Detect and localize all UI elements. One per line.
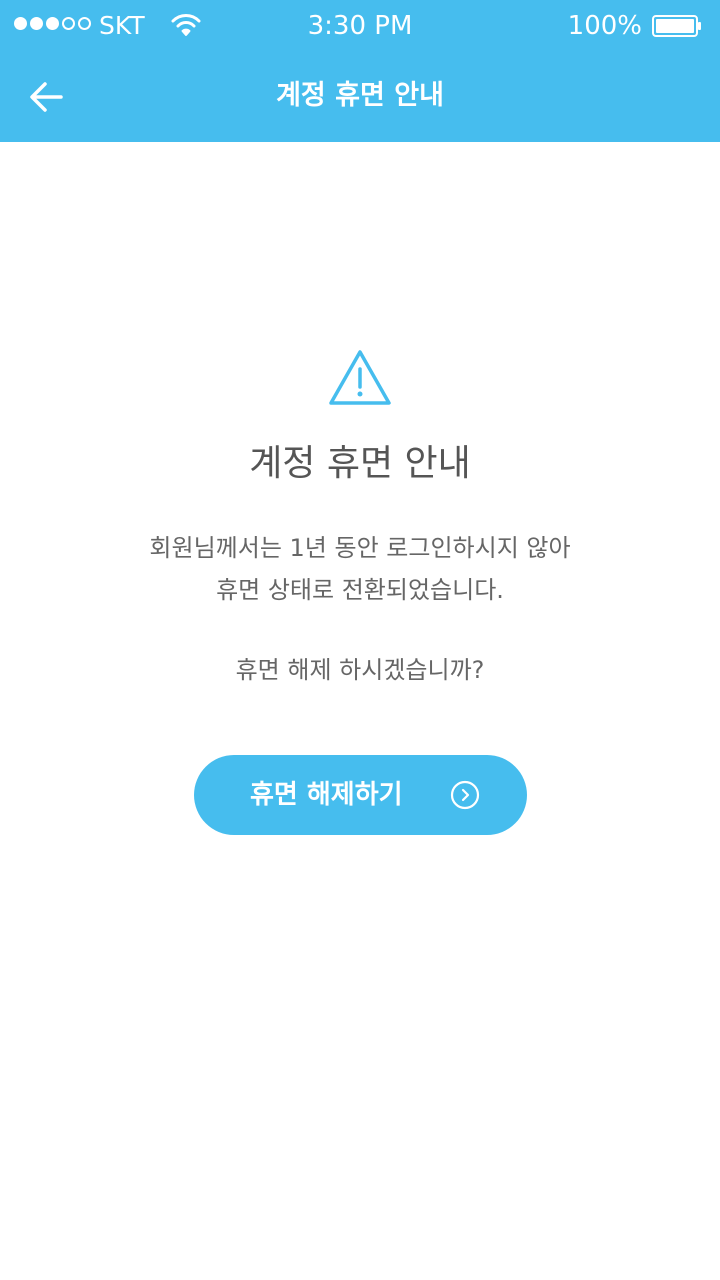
chevron-right-circle-icon [450,780,480,810]
release-dormant-button[interactable]: 휴면 해제하기 [194,755,527,835]
description-line: 회원님께서는 1년 동안 로그인하시지 않아 [149,534,571,562]
main-title: 계정 휴면 안내 [249,443,471,484]
release-button-label: 휴면 해제하기 [250,780,403,810]
description-line: 휴면 상태로 전환되었습니다. [216,576,504,604]
warning-triangle-icon [329,350,391,405]
release-question: 휴면 해제 하시겠습니까? [235,656,485,684]
dormant-account-screen: SKT 3:30 PM 100% 계정 휴면 안내 계정 휴면 안내 회원님께서… [0,0,720,1280]
navigation-bar: 계정 휴면 안내 [0,52,720,142]
status-bar: SKT 3:30 PM 100% [0,0,720,52]
battery-icon [652,15,701,37]
battery-percentage: 100% [567,11,642,41]
top-bar: SKT 3:30 PM 100% 계정 휴면 안내 [0,0,720,142]
nav-title: 계정 휴면 안내 [276,80,444,111]
